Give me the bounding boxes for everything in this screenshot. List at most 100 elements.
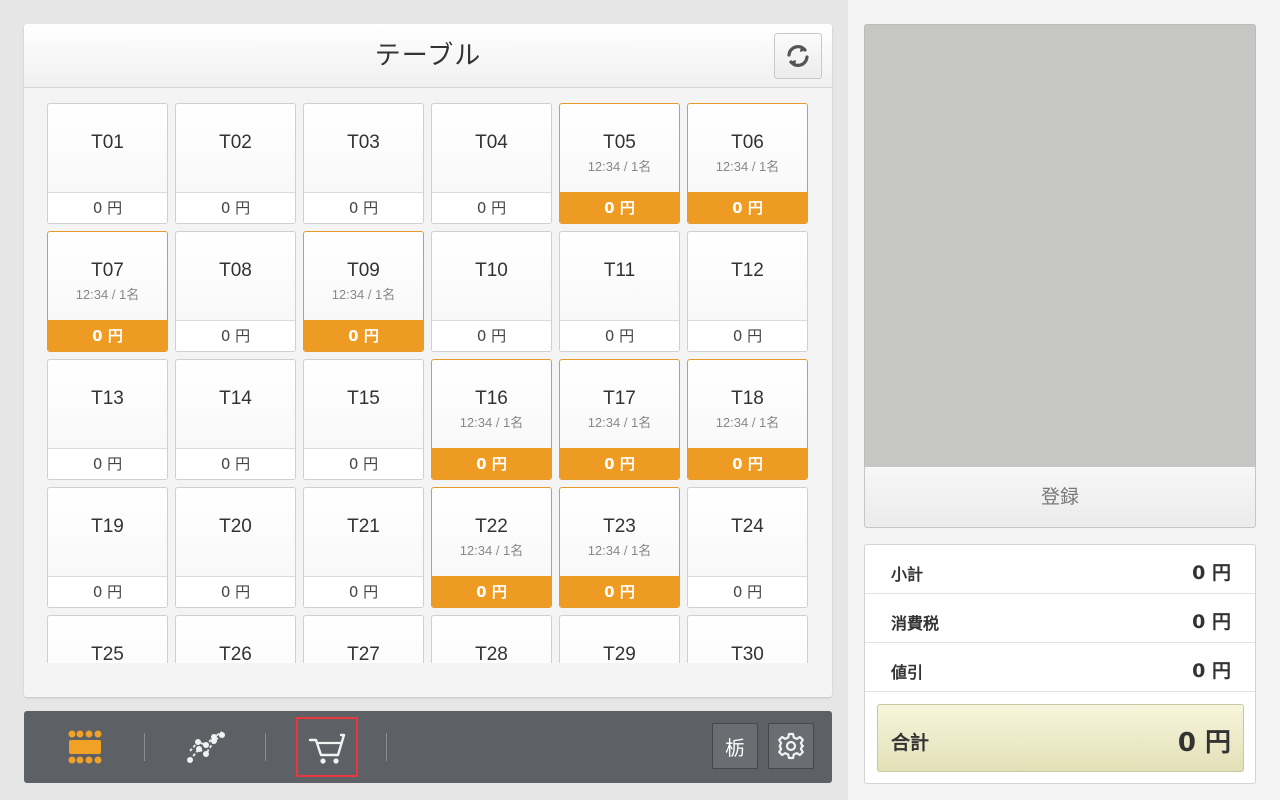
table-tile-t05[interactable]: T05 12:34 / 1名 0 円: [559, 103, 680, 224]
table-tile-t23[interactable]: T23 12:34 / 1名 0 円: [559, 487, 680, 608]
table-price: 0 円: [304, 320, 423, 351]
table-price: 0 円: [48, 192, 167, 223]
table-tile-t19[interactable]: T19 0 円: [47, 487, 168, 608]
tochigi-kanji-icon: 栃: [725, 735, 745, 760]
discount-row: 値引 0 円: [865, 643, 1255, 692]
table-panel: テーブル T01 0 円 T02 0 円 T03 0 円 T04 0 円 T05 12:34 / …: [24, 24, 832, 697]
cart-button[interactable]: [296, 717, 358, 777]
table-price: 0 円: [432, 192, 551, 223]
table-name: T11: [603, 260, 636, 281]
table-tile-t20[interactable]: T20 0 円: [175, 487, 296, 608]
table-tile-t09[interactable]: T09 12:34 / 1名 0 円: [303, 231, 424, 352]
refresh-button[interactable]: [774, 33, 822, 79]
panel-header: テーブル: [24, 24, 832, 88]
table-info: 12:34 / 1名: [587, 415, 652, 430]
table-price: 0 円: [432, 448, 551, 479]
analytics-button[interactable]: [175, 717, 237, 777]
discount-value: 0 円: [1192, 660, 1231, 682]
table-name: T16: [475, 388, 508, 409]
table-tile-t15[interactable]: T15 0 円: [303, 359, 424, 480]
table-tile-t11[interactable]: T11 0 円: [559, 231, 680, 352]
toolbar-divider: [144, 733, 145, 761]
table-name: T01: [91, 132, 124, 153]
subtotal-label: 小計: [891, 565, 924, 584]
summary-panel: 小計 0 円 消費税 0 円 値引 0 円 合計 0 円: [864, 544, 1256, 784]
table-name: T05: [603, 132, 636, 153]
table-price: 0 円: [176, 320, 295, 351]
table-name: T02: [219, 132, 252, 153]
table-price: 0 円: [688, 320, 807, 351]
table-view-button[interactable]: [54, 717, 116, 777]
table-tile-t16[interactable]: T16 12:34 / 1名 0 円: [431, 359, 552, 480]
table-name: T22: [475, 516, 508, 537]
table-tile-t14[interactable]: T14 0 円: [175, 359, 296, 480]
gear-icon: [778, 732, 805, 760]
table-tile-t02[interactable]: T02 0 円: [175, 103, 296, 224]
table-tile-t24[interactable]: T24 0 円: [687, 487, 808, 608]
table-name: T23: [603, 516, 636, 537]
total-label: 合計: [891, 732, 930, 754]
table-name: T04: [475, 132, 508, 153]
tax-row: 消費税 0 円: [865, 594, 1255, 643]
table-info: 12:34 / 1名: [459, 415, 524, 430]
table-name: T17: [603, 388, 636, 409]
table-tile-t13[interactable]: T13 0 円: [47, 359, 168, 480]
table-info: 12:34 / 1名: [459, 543, 524, 558]
table-tile-t12[interactable]: T12 0 円: [687, 231, 808, 352]
table-info: 12:34 / 1名: [587, 543, 652, 558]
table-price: 0 円: [432, 320, 551, 351]
table-tile-t07[interactable]: T07 12:34 / 1名 0 円: [47, 231, 168, 352]
toolbar-divider: [265, 733, 266, 761]
table-price: 0 円: [688, 576, 807, 607]
table-grid-viewport[interactable]: T01 0 円 T02 0 円 T03 0 円 T04 0 円 T05 12:34 / 1名 0 円…: [24, 89, 832, 680]
left-area: テーブル T01 0 円 T02 0 円 T03 0 円 T04 0 円 T05 12:34 / …: [0, 0, 848, 800]
table-price: 0 円: [176, 576, 295, 607]
table-price: 0 円: [688, 448, 807, 479]
table-name: T14: [219, 388, 252, 409]
table-price: 0 円: [48, 320, 167, 351]
right-area: 登録 小計 0 円 消費税 0 円 値引 0 円 合計 0 円: [848, 0, 1280, 800]
table-info: 12:34 / 1名: [75, 287, 140, 302]
table-name: T20: [219, 516, 252, 537]
table-price: 0 円: [176, 448, 295, 479]
table-tile-t22[interactable]: T22 12:34 / 1名 0 円: [431, 487, 552, 608]
cart-icon: [308, 733, 346, 764]
order-display: [864, 24, 1256, 466]
page-title: テーブル: [374, 41, 482, 71]
table-grid: T01 0 円 T02 0 円 T03 0 円 T04 0 円 T05 12:34 / 1名 0 円…: [47, 103, 808, 680]
table-grid-icon: [68, 730, 102, 764]
settings-button[interactable]: [768, 723, 814, 769]
table-tile-t10[interactable]: T10 0 円: [431, 231, 552, 352]
table-tile-t08[interactable]: T08 0 円: [175, 231, 296, 352]
table-name: T12: [731, 260, 764, 281]
table-name: T10: [475, 260, 508, 281]
store-button[interactable]: 栃: [712, 723, 758, 769]
table-info: 12:34 / 1名: [331, 287, 396, 302]
table-price: 0 円: [304, 576, 423, 607]
table-info: 12:34 / 1名: [587, 159, 652, 174]
table-price: 0 円: [560, 448, 679, 479]
table-tile-t06[interactable]: T06 12:34 / 1名 0 円: [687, 103, 808, 224]
table-tile-t17[interactable]: T17 12:34 / 1名 0 円: [559, 359, 680, 480]
subtotal-value: 0 円: [1192, 562, 1231, 584]
toolbar-divider: [386, 733, 387, 761]
table-name: T06: [731, 132, 764, 153]
tax-label: 消費税: [891, 614, 940, 633]
table-info: 12:34 / 1名: [715, 415, 780, 430]
subtotal-row: 小計 0 円: [865, 545, 1255, 594]
table-name: T03: [347, 132, 380, 153]
table-tile-t21[interactable]: T21 0 円: [303, 487, 424, 608]
table-name: T15: [347, 388, 380, 409]
table-tile-t01[interactable]: T01 0 円: [47, 103, 168, 224]
table-price: 0 円: [560, 192, 679, 223]
table-price: 0 円: [560, 320, 679, 351]
total-box[interactable]: 合計 0 円: [877, 704, 1244, 772]
total-value: 0 円: [1177, 728, 1231, 758]
table-name: T07: [91, 260, 124, 281]
table-name: T21: [347, 516, 380, 537]
register-button[interactable]: 登録: [864, 466, 1256, 528]
table-name: T08: [219, 260, 252, 281]
table-tile-t03[interactable]: T03 0 円: [303, 103, 424, 224]
table-tile-t04[interactable]: T04 0 円: [431, 103, 552, 224]
table-tile-t18[interactable]: T18 12:34 / 1名 0 円: [687, 359, 808, 480]
